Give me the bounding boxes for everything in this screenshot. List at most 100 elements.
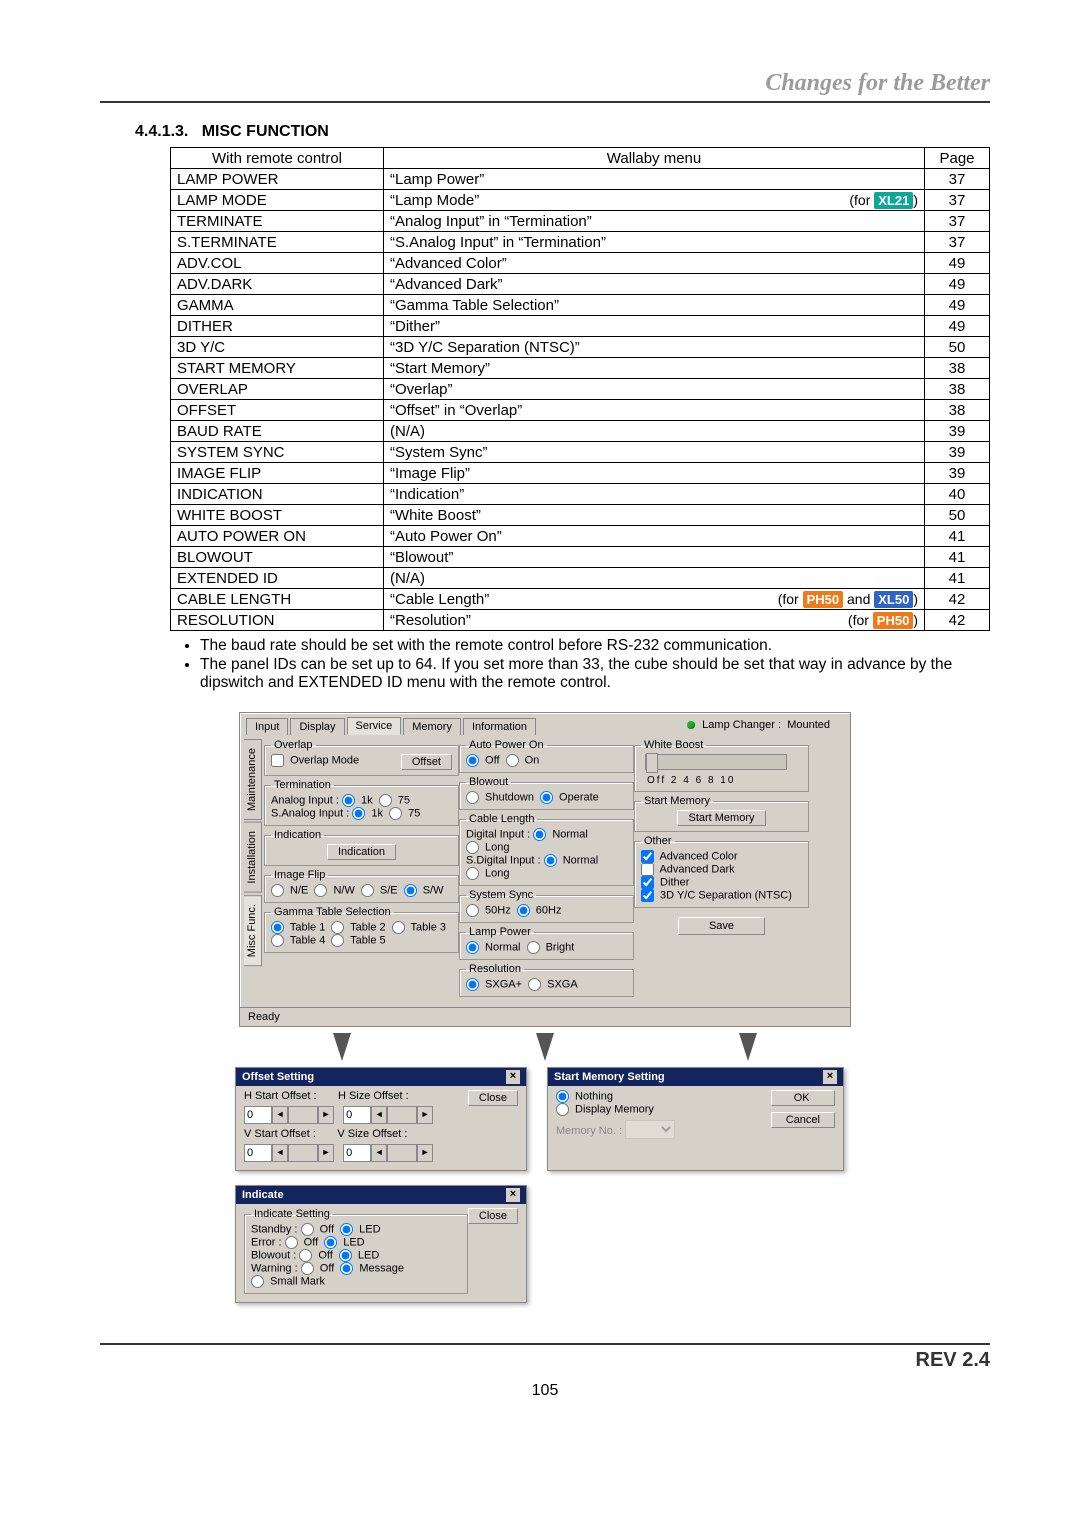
cell-remote: BAUD RATE <box>171 421 384 442</box>
ok-button[interactable]: OK <box>771 1090 835 1106</box>
cell-remote: IMAGE FLIP <box>171 463 384 484</box>
footer-rev: REV 2.4 <box>100 1349 990 1372</box>
indicate-close-button[interactable]: Close <box>468 1208 518 1224</box>
tab-input[interactable]: Input <box>246 718 288 735</box>
tab-display[interactable]: Display <box>290 718 344 735</box>
legend-other: Other <box>641 835 675 847</box>
legend-cable-length: Cable Length <box>466 813 537 825</box>
cell-remote: BLOWOUT <box>171 547 384 568</box>
cell-page: 39 <box>925 442 990 463</box>
radio-option[interactable]: Shutdown <box>466 791 534 804</box>
h-size-spinner[interactable]: ◄► <box>343 1106 433 1124</box>
group-termination: Termination Analog Input : 1k 75S.Analog… <box>264 779 459 826</box>
group-cable-length: Cable LengthDigital Input : Normal LongS… <box>459 813 634 886</box>
offset-close-button[interactable]: Close <box>468 1090 518 1106</box>
radio-option[interactable]: Message <box>340 1262 404 1275</box>
radio-option[interactable]: Long <box>466 841 510 854</box>
table-row: BAUD RATE(N/A)39 <box>171 421 990 442</box>
close-icon[interactable]: × <box>506 1188 520 1202</box>
label-v-size: V Size Offset : <box>337 1128 407 1140</box>
radio-option[interactable]: 75 <box>389 807 420 820</box>
radio-option[interactable]: Small Mark <box>251 1275 325 1288</box>
flow-arrows <box>240 1033 850 1061</box>
radio-option[interactable]: Normal <box>544 854 599 867</box>
row-label: Blowout : <box>251 1249 296 1261</box>
checkbox-option[interactable]: Advanced Dark <box>641 863 796 876</box>
radio-option[interactable]: Normal <box>533 828 588 841</box>
table-row: CABLE LENGTH“Cable Length”(for PH50 and … <box>171 589 990 610</box>
cell-menu: “Image Flip” <box>384 463 925 484</box>
group-white-boost: White Boost Off 2 4 6 8 10 <box>634 739 809 792</box>
radio-option[interactable]: Off <box>285 1236 319 1249</box>
radio-option[interactable]: N/W <box>314 884 354 897</box>
tab-information[interactable]: Information <box>463 718 536 735</box>
radio-option[interactable]: N/E <box>271 884 308 897</box>
radio-option[interactable]: LED <box>339 1249 379 1262</box>
cell-menu: “Start Memory” <box>384 358 925 379</box>
cancel-button[interactable]: Cancel <box>771 1112 835 1128</box>
radio-option[interactable]: Long <box>466 867 510 880</box>
radio-option[interactable]: Table 3 <box>392 921 446 934</box>
offset-button[interactable]: Offset <box>401 754 452 770</box>
radio-option[interactable]: Operate <box>540 791 599 804</box>
radio-option[interactable]: Off <box>466 754 500 767</box>
checkbox-option[interactable]: 3D Y/C Separation (NTSC) <box>641 889 796 902</box>
legend-start-memory: Start Memory <box>641 795 713 807</box>
checkbox-option[interactable]: Advanced Color <box>641 850 796 863</box>
vtab-misc-func-[interactable]: Misc Func. <box>244 895 262 966</box>
cell-menu: “Resolution”(for PH50) <box>384 610 925 631</box>
radio-option[interactable]: Off <box>301 1262 335 1275</box>
cell-remote: 3D Y/C <box>171 337 384 358</box>
cell-page: 42 <box>925 589 990 610</box>
radio-option[interactable]: LED <box>340 1223 380 1236</box>
table-row: BLOWOUT“Blowout”41 <box>171 547 990 568</box>
radio-option[interactable]: S/E <box>361 884 398 897</box>
radio-option[interactable]: 50Hz <box>466 904 511 917</box>
v-start-spinner[interactable]: ◄► <box>244 1144 334 1162</box>
radio-option[interactable]: Table 1 <box>271 921 325 934</box>
tab-memory[interactable]: Memory <box>403 718 461 735</box>
legend-indicate: Indicate Setting <box>251 1208 333 1220</box>
table-row: TERMINATE“Analog Input” in “Termination”… <box>171 211 990 232</box>
v-size-spinner[interactable]: ◄► <box>343 1144 433 1162</box>
radio-option[interactable]: Bright <box>527 941 575 954</box>
group-image-flip: Image Flip N/E N/W S/E S/W <box>264 869 459 903</box>
start-memory-button[interactable]: Start Memory <box>677 810 765 826</box>
vtab-installation[interactable]: Installation <box>244 822 262 893</box>
tab-service[interactable]: Service <box>347 717 402 735</box>
table-row: WHITE BOOST“White Boost”50 <box>171 505 990 526</box>
cell-menu: “Gamma Table Selection” <box>384 295 925 316</box>
section-number: 4.4.1.3. <box>135 123 188 140</box>
radio-option[interactable]: S/W <box>404 884 444 897</box>
indication-button[interactable]: Indication <box>327 844 396 860</box>
cell-page: 38 <box>925 358 990 379</box>
radio-option[interactable]: Table 2 <box>331 921 385 934</box>
checkbox-option[interactable]: Dither <box>641 876 796 889</box>
radio-option[interactable]: 75 <box>379 794 410 807</box>
cell-menu: “White Boost” <box>384 505 925 526</box>
radio-option[interactable]: 60Hz <box>517 904 562 917</box>
close-icon[interactable]: × <box>506 1070 520 1084</box>
radio-option[interactable]: Normal <box>466 941 521 954</box>
legend-lamp-power: Lamp Power <box>466 926 534 938</box>
radio-option[interactable]: On <box>506 754 540 767</box>
radio-option[interactable]: Table 4 <box>271 934 325 947</box>
radio-option[interactable]: Off <box>299 1249 333 1262</box>
radio-option[interactable]: 1k <box>352 807 383 820</box>
white-boost-slider[interactable] <box>645 754 787 770</box>
vtab-maintenance[interactable]: Maintenance <box>244 739 262 820</box>
radio-option[interactable]: SXGA+ <box>466 978 522 991</box>
checkbox-overlap-mode[interactable]: Overlap Mode <box>271 754 359 767</box>
save-button[interactable]: Save <box>678 917 765 935</box>
radio-option[interactable]: SXGA <box>528 978 578 991</box>
legend-system-sync: System Sync <box>466 889 536 901</box>
close-icon[interactable]: × <box>823 1070 837 1084</box>
radio-option[interactable]: Table 5 <box>331 934 385 947</box>
radio-option[interactable]: LED <box>324 1236 364 1249</box>
cell-menu: “Offset” in “Overlap” <box>384 400 925 421</box>
h-start-spinner[interactable]: ◄► <box>244 1106 334 1124</box>
radio-option[interactable]: 1k <box>342 794 373 807</box>
column-mid: Auto Power On Off On Blowout Shutdown Op… <box>459 739 634 997</box>
radio-option[interactable]: Off <box>301 1223 335 1236</box>
cell-page: 49 <box>925 295 990 316</box>
